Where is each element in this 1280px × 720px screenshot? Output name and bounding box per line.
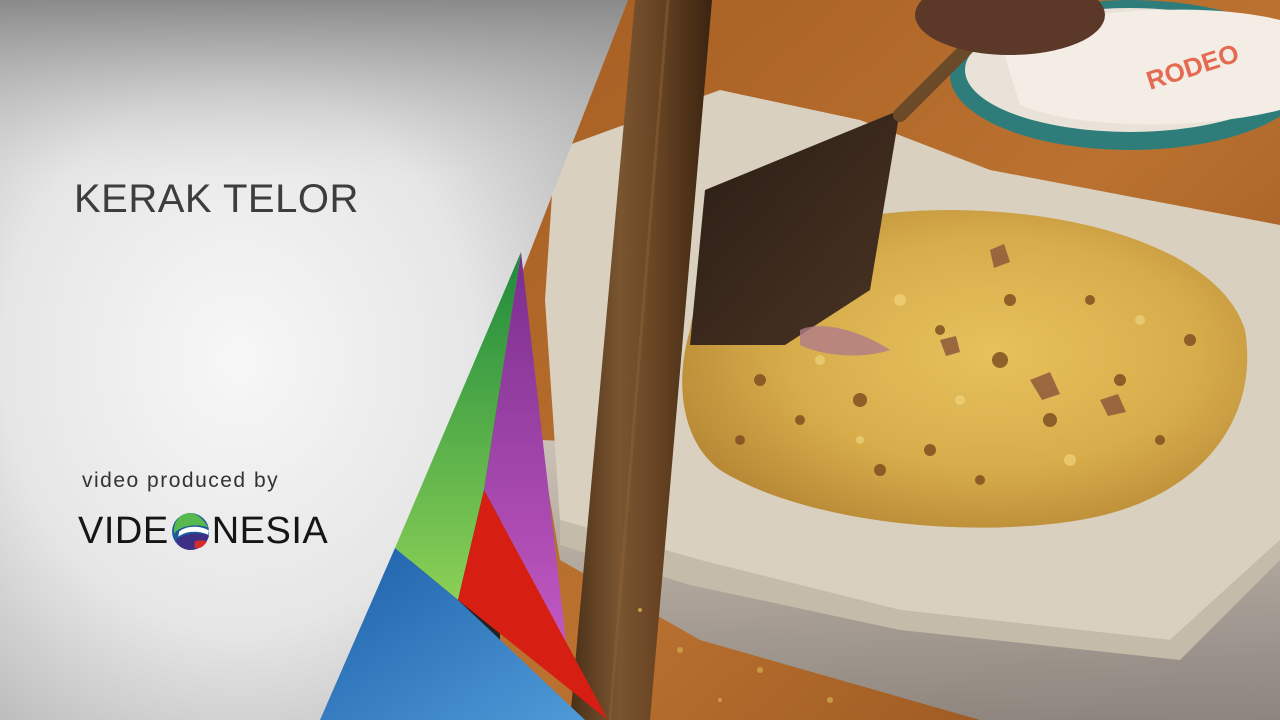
logo-text-start: VIDE: [78, 510, 169, 552]
videonesia-logo: VIDE NESIA: [78, 505, 328, 557]
logo-text-end: NESIA: [211, 510, 329, 552]
title-panel-background: [0, 0, 628, 720]
video-title: KERAK TELOR: [74, 177, 359, 221]
globe-icon: [171, 512, 209, 550]
credit-line: video produced by: [82, 469, 280, 492]
video-frame: RODEO KERAK TELOR video produced by VIDE…: [0, 0, 1280, 720]
